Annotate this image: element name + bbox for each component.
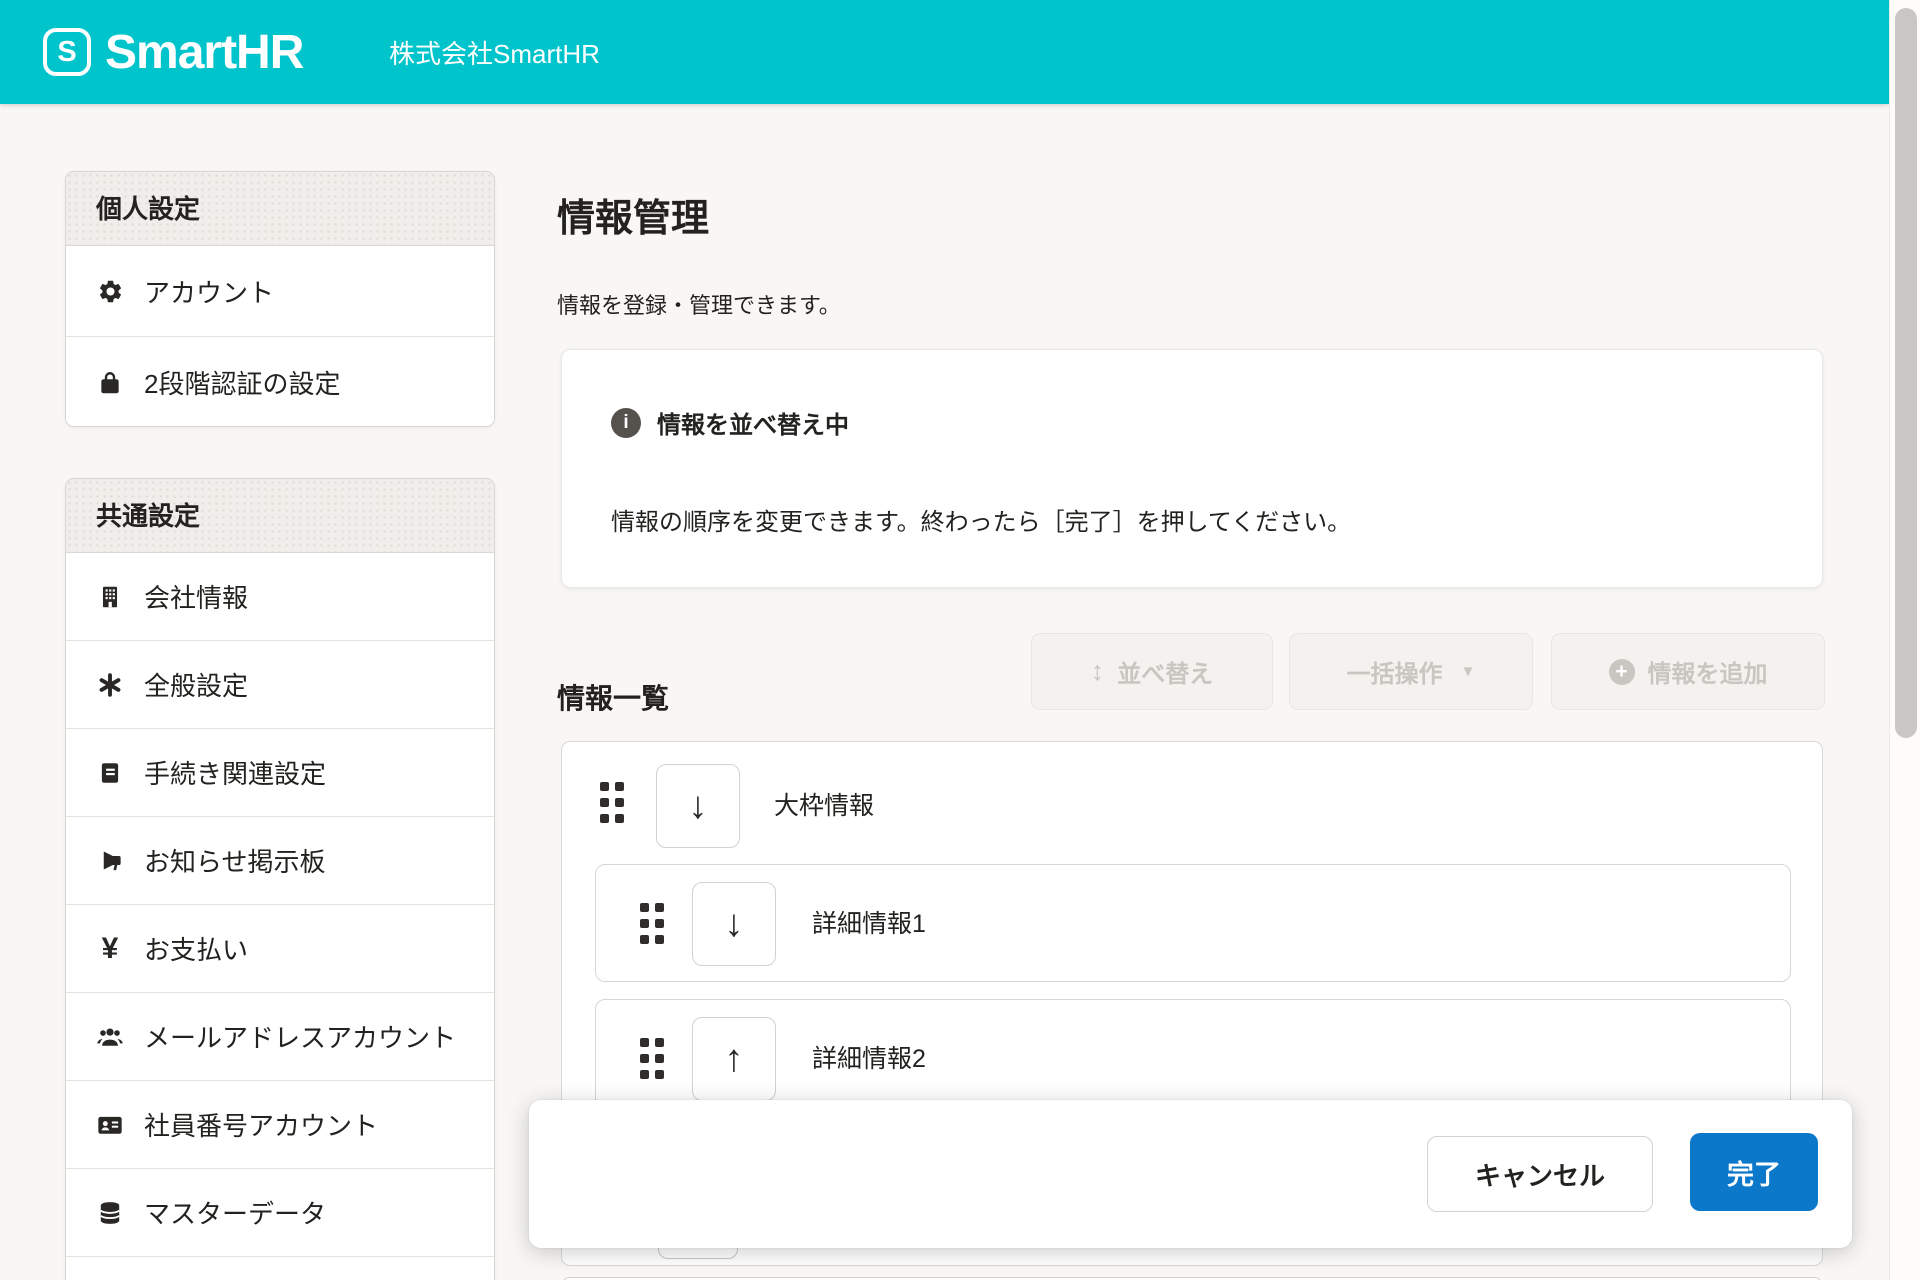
sidebar-item-label: 全般設定 (144, 666, 248, 703)
sidebar-item-announcement-board[interactable]: お知らせ掲示板 (66, 817, 494, 905)
move-down-button[interactable]: ↓ (656, 764, 740, 848)
cancel-button[interactable]: キャンセル (1427, 1136, 1653, 1212)
sidebar-item-general-settings[interactable]: 全般設定 (66, 641, 494, 729)
child-row-label: 詳細情報1 (812, 908, 926, 940)
info-icon: i (611, 408, 641, 438)
smarthr-logo-mark-icon: S (43, 28, 91, 76)
drag-handle[interactable] (640, 903, 664, 944)
done-button[interactable]: 完了 (1690, 1133, 1818, 1211)
page-description: 情報を登録・管理できます。 (557, 288, 841, 320)
sidebar-item-procedure-settings[interactable]: 手続き関連設定 (66, 729, 494, 817)
scrollbar-track[interactable] (1889, 0, 1920, 1280)
megaphone-icon (94, 845, 126, 877)
sidebar-group-common: 共通設定 会社情報 全般設定 手続き関連設定 お知らせ掲示板 (65, 478, 495, 1280)
bulk-action-label: 一括操作 (1347, 654, 1443, 689)
smarthr-logo[interactable]: S SmartHR (43, 0, 303, 104)
move-up-button[interactable]: ↑ (692, 1017, 776, 1101)
notice-header: i 情報を並べ替え中 (611, 405, 849, 440)
move-down-button[interactable]: ↓ (692, 882, 776, 966)
database-icon (94, 1197, 126, 1229)
sidebar-item-label: お知らせ掲示板 (144, 842, 325, 879)
list-section-heading: 情報一覧 (557, 677, 669, 717)
add-info-button[interactable]: + 情報を追加 (1551, 633, 1825, 710)
lock-icon (94, 367, 126, 399)
child-row: ↓ 詳細情報1 (595, 864, 1791, 982)
drag-handle[interactable] (640, 1038, 664, 1079)
sidebar-item-account[interactable]: アカウント (66, 246, 494, 337)
sidebar-item-label: 会社情報 (144, 578, 248, 615)
sidebar-item-label: 2段階認証の設定 (144, 364, 340, 401)
yen-icon: ¥ (94, 933, 126, 965)
sidebar-group-personal: 個人設定 アカウント 2段階認証の設定 (65, 171, 495, 427)
app-header: S SmartHR 株式会社SmartHR (0, 0, 1889, 104)
notice-body: 情報の順序を変更できます。終わったら［完了］を押してください。 (611, 506, 1351, 540)
sidebar-item-two-factor[interactable]: 2段階認証の設定 (66, 337, 494, 427)
bulk-action-button[interactable]: 一括操作 ▼ (1289, 633, 1533, 710)
sidebar-group-title: 個人設定 (66, 172, 494, 246)
sidebar-item-label: 社員番号アカウント (144, 1106, 378, 1143)
arrow-up-icon: ↑ (725, 1038, 744, 1081)
parent-row-label: 大枠情報 (774, 790, 874, 822)
building-icon (94, 581, 126, 613)
scrollbar-thumb[interactable] (1895, 8, 1917, 738)
users-icon (94, 1021, 126, 1053)
sort-vertical-icon: ↕ (1091, 656, 1105, 687)
sidebar-item-label: 手続き関連設定 (144, 754, 326, 791)
smarthr-settings-screen: S SmartHR 株式会社SmartHR 個人設定 アカウント 2段階認証の設… (0, 0, 1920, 1280)
sorting-notice-card: i 情報を並べ替え中 情報の順序を変更できます。終わったら［完了］を押してくださ… (561, 349, 1823, 588)
caret-down-icon: ▼ (1461, 663, 1476, 680)
child-row-label: 詳細情報2 (812, 1043, 926, 1075)
gear-icon (94, 275, 126, 307)
sidebar-item-payment[interactable]: ¥ お支払い (66, 905, 494, 993)
sidebar-item-email-accounts[interactable]: メールアドレスアカウント (66, 993, 494, 1081)
drag-handle[interactable] (600, 782, 624, 823)
sidebar-item-master-data[interactable]: マスターデータ (66, 1169, 494, 1257)
add-info-label: 情報を追加 (1648, 654, 1768, 689)
sidebar-group-title: 共通設定 (66, 479, 494, 553)
company-name: 株式会社SmartHR (389, 0, 600, 104)
page-title: 情報管理 (557, 195, 709, 243)
sidebar-item-employee-number-accounts[interactable]: 社員番号アカウント (66, 1081, 494, 1169)
logo-mark-letter: S (57, 36, 76, 69)
arrow-down-icon: ↓ (725, 903, 744, 946)
sort-button-label: 並べ替え (1117, 654, 1213, 689)
id-card-icon (94, 1109, 126, 1141)
asterisk-icon (94, 669, 126, 701)
plus-circle-icon: + (1609, 659, 1635, 685)
notice-title: 情報を並べ替え中 (657, 405, 849, 440)
sort-action-bar: キャンセル 完了 (529, 1100, 1852, 1248)
arrow-down-icon: ↓ (689, 785, 708, 828)
logo-wordmark: SmartHR (105, 25, 303, 80)
book-icon (94, 757, 126, 789)
sidebar-item-label: マスターデータ (144, 1194, 326, 1231)
sidebar-item-label: アカウント (144, 273, 274, 310)
sidebar-item-company-info[interactable]: 会社情報 (66, 553, 494, 641)
sidebar-item-label: お支払い (144, 930, 248, 967)
sort-button[interactable]: ↕ 並べ替え (1031, 633, 1273, 710)
sidebar-item-label: メールアドレスアカウント (144, 1018, 456, 1055)
